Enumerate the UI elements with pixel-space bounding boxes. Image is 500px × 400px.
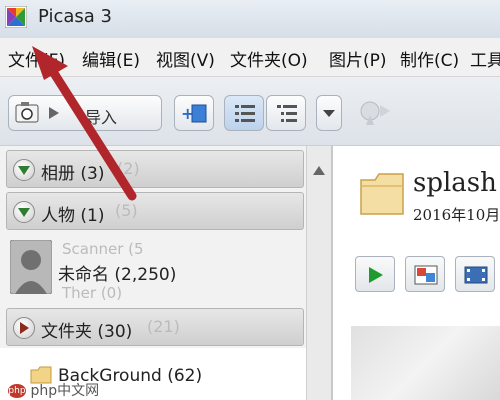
watermark-text: php中文网 bbox=[30, 383, 100, 399]
php-logo-icon: php bbox=[8, 384, 26, 398]
watermark: php php中文网 bbox=[8, 380, 99, 400]
annotation-arrow-icon bbox=[32, 46, 137, 201]
